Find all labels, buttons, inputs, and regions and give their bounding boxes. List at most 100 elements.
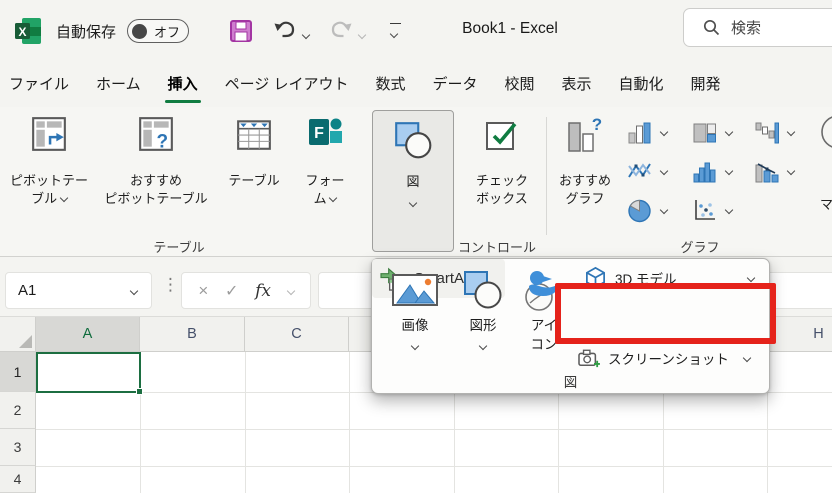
screenshot-label: スクリーンショット — [608, 348, 729, 368]
row-header-2[interactable]: 2 — [0, 392, 36, 429]
pivot-table-button[interactable]: ピボットテー ブル — [4, 112, 94, 208]
search-box[interactable]: 検索 — [683, 8, 832, 47]
controls-group-label: コントロール — [437, 237, 557, 256]
tab-view[interactable]: 表示 — [562, 62, 592, 107]
tab-automate[interactable]: 自動化 — [619, 62, 664, 107]
tab-page-layout[interactable]: ページ レイアウト — [225, 62, 349, 107]
tab-file[interactable]: ファイル — [9, 62, 69, 107]
save-icon[interactable] — [229, 19, 253, 43]
insert-hierarchy-chart-button[interactable] — [691, 116, 732, 148]
gridline — [36, 429, 832, 430]
tab-home[interactable]: ホーム — [96, 62, 141, 107]
recommended-charts-button[interactable]: ? おすすめ グラフ — [551, 112, 619, 208]
row-header-3[interactable]: 3 — [0, 429, 36, 466]
tab-review[interactable]: 校閲 — [505, 62, 535, 107]
tab-insert[interactable]: 挿入 — [168, 62, 198, 107]
name-box-chevron-icon[interactable] — [130, 286, 138, 294]
recommended-pivot-button[interactable]: ? おすすめ ピボットテーブル — [98, 112, 214, 208]
autosave-label: 自動保存 — [56, 21, 116, 42]
insert-combo-chart-button[interactable] — [753, 155, 794, 187]
charts-group-label: グラフ — [560, 237, 832, 256]
column-header-c[interactable]: C — [245, 317, 349, 352]
maps-label-partial: マ — [820, 196, 832, 214]
shapes-icon — [461, 268, 505, 312]
insert-function-icon[interactable]: fx — [255, 281, 271, 301]
scatter-chart-icon — [691, 197, 718, 224]
tables-group-label: テーブル — [0, 237, 358, 256]
column-header-a[interactable]: A — [36, 317, 140, 352]
undo-menu-chevron-icon[interactable] — [302, 31, 310, 39]
column-chart-icon — [626, 119, 653, 146]
autosave-toggle[interactable]: オフ — [127, 19, 189, 43]
row-header-4[interactable]: 4 — [0, 466, 36, 493]
fill-handle[interactable] — [136, 388, 143, 395]
screenshot-chevron-icon — [743, 353, 751, 361]
insert-waterfall-chart-button[interactable] — [753, 116, 794, 148]
line-chart-icon — [626, 158, 653, 185]
table-icon — [235, 115, 273, 153]
checkbox-button[interactable]: チェック ボックス — [460, 112, 544, 208]
enter-icon[interactable]: ✓ — [225, 281, 238, 301]
combo-chart-chevron-icon — [787, 167, 795, 175]
maps-icon[interactable] — [814, 112, 832, 154]
insert-pie-chart-button[interactable] — [626, 194, 667, 226]
autosave-state: オフ — [154, 22, 180, 41]
pictures-label: 画像 — [402, 316, 429, 335]
insert-line-chart-button[interactable] — [626, 155, 667, 187]
illustrations-menu-group-label: 図 — [372, 371, 769, 391]
selected-cell-a1[interactable] — [36, 352, 141, 393]
shapes-menu-button[interactable]: 図形 — [454, 264, 512, 349]
forms-label: フォー — [305, 172, 344, 190]
gridline — [36, 466, 832, 467]
row-header-1[interactable]: 1 — [0, 352, 36, 392]
quick-access-overflow-button[interactable] — [389, 23, 402, 44]
ribbon-tab-bar: ファイル ホーム 挿入 ページ レイアウト 数式 データ 校閲 表示 自動化 開… — [0, 62, 832, 107]
tab-formulas[interactable]: 数式 — [375, 62, 405, 107]
tab-data[interactable]: データ — [432, 62, 477, 107]
formula-bar-drag-dots[interactable]: ⋮ — [162, 275, 179, 295]
select-all-corner[interactable] — [0, 317, 36, 352]
formula-buttons: × ✓ fx — [181, 272, 311, 309]
histogram-chart-icon — [691, 158, 718, 185]
combo-chart-icon — [753, 158, 780, 185]
undo-button[interactable] — [274, 20, 309, 45]
search-placeholder: 検索 — [731, 17, 761, 38]
name-box[interactable]: A1 — [5, 272, 152, 309]
tab-developer[interactable]: 開発 — [691, 62, 721, 107]
cancel-icon[interactable]: × — [198, 281, 208, 301]
illustrations-icon — [392, 119, 434, 161]
select-all-triangle-icon — [19, 335, 32, 348]
column-header-b[interactable]: B — [140, 317, 245, 352]
recommended-charts-icon: ? — [565, 115, 605, 157]
insert-statistic-chart-button[interactable] — [691, 155, 732, 187]
name-box-value: A1 — [18, 282, 36, 299]
recommended-pivot-label: おすすめ — [104, 172, 207, 190]
treemap-chart-icon — [691, 119, 718, 146]
toggle-knob — [132, 24, 147, 39]
pie-chart-chevron-icon — [660, 206, 668, 214]
3d-models-chevron-icon — [747, 273, 755, 281]
fx-chevron-icon[interactable] — [286, 286, 294, 294]
overflow-chevron-icon — [390, 30, 398, 38]
pictures-menu-button[interactable]: 画像 — [386, 264, 444, 349]
column-header-h[interactable]: H — [767, 317, 832, 352]
shapes-label: 図形 — [470, 316, 497, 335]
illustrations-label: 図 — [406, 173, 419, 191]
screenshot-menu-item[interactable]: スクリーンショット — [578, 345, 756, 370]
waterfall-chart-chevron-icon — [787, 128, 795, 136]
forms-icon: F — [307, 115, 343, 151]
scatter-chart-chevron-icon — [725, 206, 733, 214]
insert-table-button[interactable]: テーブル — [218, 112, 290, 190]
forms-button[interactable]: F フォー ム — [294, 112, 356, 208]
svg-text:?: ? — [157, 132, 169, 153]
excel-logo-icon: X — [14, 17, 42, 45]
shapes-chevron-icon — [479, 342, 487, 350]
column-chart-chevron-icon — [660, 128, 668, 136]
insert-scatter-chart-button[interactable] — [691, 194, 732, 226]
illustrations-chevron-icon — [409, 199, 417, 207]
illustrations-button[interactable]: 図 — [372, 110, 454, 252]
insert-column-chart-button[interactable] — [626, 116, 667, 148]
waterfall-chart-icon — [753, 119, 780, 146]
gridline — [349, 352, 350, 493]
redo-button — [330, 20, 365, 45]
